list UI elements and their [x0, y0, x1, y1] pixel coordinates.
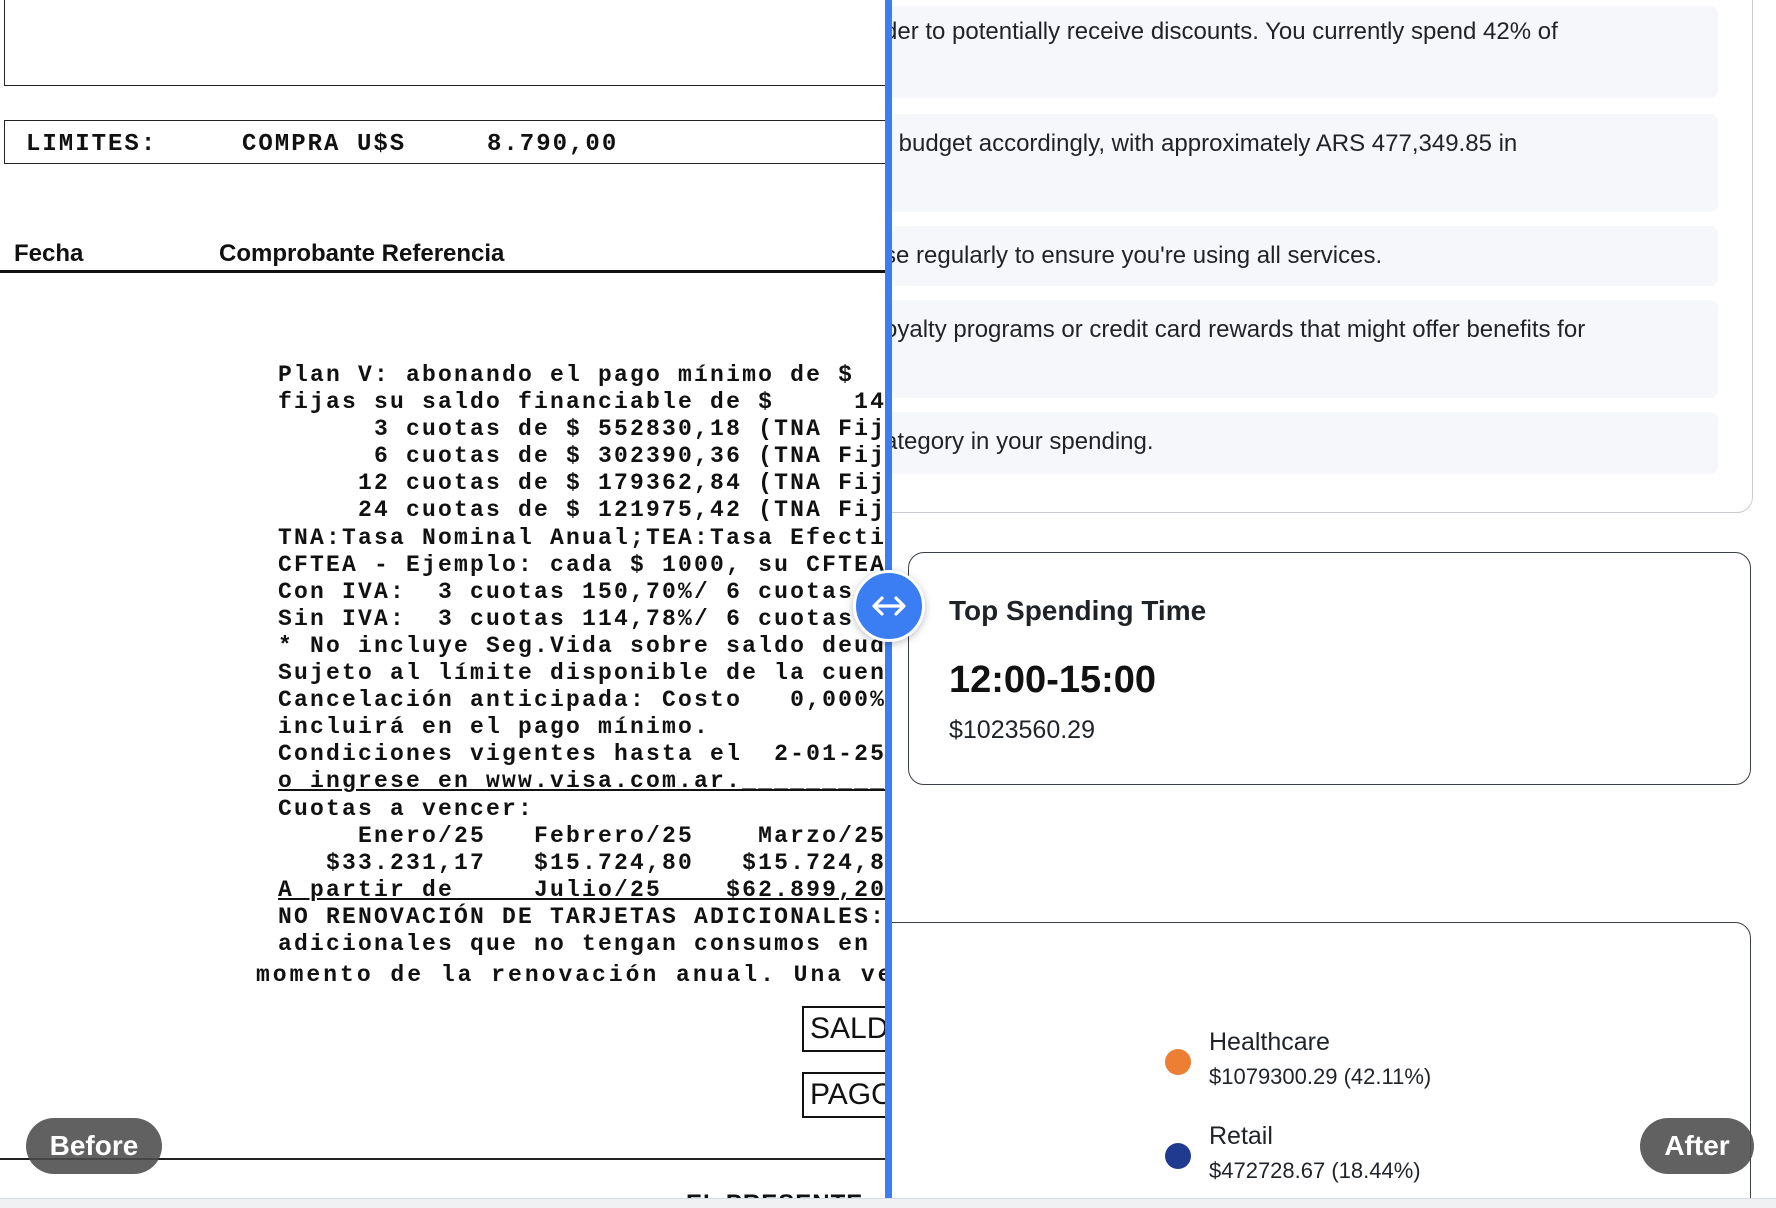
statement-header-box: [4, 0, 888, 86]
before-pane: LIMITES: COMPRA U$S 8.790,00 Fecha Compr…: [0, 0, 888, 1208]
statement-tail-line: momento de la renovación anual. Una vez …: [256, 962, 888, 988]
statement-line: Con IVA: 3 cuotas 150,70%/ 6 cuotas 150: [278, 578, 888, 605]
statement-line: Sin IVA: 3 cuotas 114,78%/ 6 cuotas 114: [278, 605, 888, 632]
statement-line: * No incluye Seg.Vida sobre saldo deudor…: [278, 632, 888, 659]
retail-dot-icon: [1165, 1143, 1191, 1169]
insight-item: ategory in your spending.: [888, 412, 1718, 474]
statement-line: Cancelación anticipada: Costo 0,000% + I…: [278, 687, 887, 714]
insight-item: se regularly to ensure you're using all …: [888, 226, 1718, 286]
limits-amount: 8.790,00: [487, 131, 619, 158]
header-rule: [0, 270, 888, 273]
insight-text: se regularly to ensure you're using all …: [888, 242, 1383, 269]
statement-line: NO RENOVACIÓN DE TARJETAS ADICIONALES: T…: [278, 903, 887, 930]
insight-text: ategory in your spending.: [888, 428, 1154, 455]
statement-line: Cuotas a vencer:: [278, 795, 535, 822]
insight-text: der to potentially receive discounts. Yo…: [888, 18, 1558, 45]
statement-line: o ingrese en www.visa.com.ar.___________…: [278, 768, 888, 795]
statement-line: Plan V: abonando el pago mínimo de $: [278, 362, 855, 388]
category-value: $1079300.29 (42.11%): [1209, 1064, 1432, 1089]
statement-line: 6 cuotas de $ 302390,36 (TNA Fija: 7: [374, 443, 888, 470]
statement-line: 12 cuotas de $ 179362,84 (TNA Fija: 7: [358, 470, 888, 497]
category-value: $472728.67 (18.44%): [1209, 1158, 1421, 1183]
pago-box: PAGO: [802, 1072, 888, 1118]
statement-line: $33.231,17 $15.724,80 $15.724,80 $: [326, 849, 888, 876]
statement-line: incluirá en el pago mínimo.: [278, 714, 711, 741]
limits-type: COMPRA: [242, 131, 341, 158]
statement-line: CFTEA - Ejemplo: cada $ 1000, su CFTEA s…: [278, 551, 888, 578]
insight-item: r budget accordingly, with approximately…: [888, 114, 1718, 212]
statement-lines: Plan V: abonando el pago mínimo de $ fija…: [278, 362, 888, 958]
healthcare-dot-icon: [1165, 1049, 1191, 1075]
bottom-edge: [0, 1198, 1776, 1208]
statement-line: fijas su saldo financiable de $ 1464560: [278, 389, 888, 416]
statement-line: adicionales que no tengan consumos en lo…: [278, 930, 888, 957]
insight-item: der to potentially receive discounts. Yo…: [888, 6, 1718, 98]
statement-line: TNA:Tasa Nominal Anual;TEA:Tasa Efectiva…: [278, 524, 888, 551]
insight-text: oyalty programs or credit card rewards t…: [888, 316, 1586, 343]
slider-handle[interactable]: [853, 570, 925, 642]
before-label: Before: [26, 1118, 162, 1174]
insight-text: r budget accordingly, with approximately…: [888, 130, 1518, 157]
comparison-slider: LIMITES: COMPRA U$S 8.790,00 Fecha Compr…: [0, 0, 1776, 1208]
after-pane: der to potentially receive discounts. Yo…: [888, 0, 1776, 1208]
after-label: After: [1640, 1118, 1754, 1174]
limits-label: LIMITES:: [26, 131, 158, 158]
column-header-comprobante: Comprobante Referencia: [219, 240, 505, 267]
top-spending-time-range: 12:00-15:00: [949, 659, 1157, 701]
saldo-box: SALD: [802, 1006, 888, 1052]
statement-line: 24 cuotas de $ 121975,42 (TNA Fija: 7: [358, 497, 888, 524]
statement-line: Condiciones vigentes hasta el 2-01-25. L…: [278, 741, 888, 768]
statement-line: Sujeto al límite disponible de la cuenta…: [278, 660, 888, 687]
category-name: Healthcare: [1209, 1028, 1330, 1056]
limits-currency: U$S: [357, 131, 407, 158]
arrows-left-right-icon: [872, 596, 906, 616]
column-header-fecha: Fecha: [14, 240, 84, 267]
top-spending-time-amount: $1023560.29: [949, 716, 1095, 744]
category-name: Retail: [1209, 1122, 1273, 1150]
statement-line: A partir de Julio/25 $62.899,20 __: [278, 876, 887, 903]
insight-item: oyalty programs or credit card rewards t…: [888, 300, 1718, 398]
statement-line: Enero/25 Febrero/25 Marzo/25: [278, 822, 887, 849]
top-spending-time-card: Top Spending Time 12:00-15:00 $1023560.2…: [908, 552, 1751, 785]
statement-line: 3 cuotas de $ 552830,18 (TNA Fija: 7: [374, 416, 888, 443]
top-spending-time-title: Top Spending Time: [949, 595, 1207, 626]
